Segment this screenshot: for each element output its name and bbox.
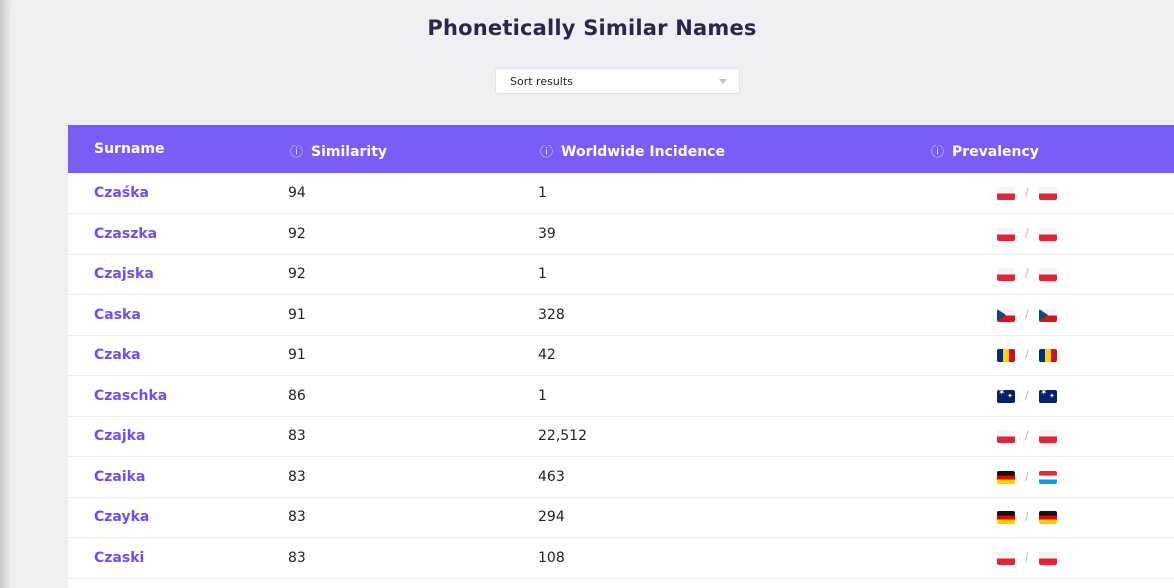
- header-surname-label: Surname: [94, 141, 165, 157]
- table-row: Czaśka 94 1 /: [68, 173, 1174, 214]
- ro-flag-icon[interactable]: [1039, 349, 1057, 362]
- incidence-value: 1: [538, 387, 547, 404]
- prevalency-cell: /: [997, 387, 1077, 404]
- pl-flag-icon[interactable]: [997, 551, 1015, 565]
- cz-flag-icon[interactable]: [997, 308, 1015, 322]
- header-incidence[interactable]: ⓘ Worldwide Incidence: [540, 141, 725, 160]
- incidence-value: 463: [538, 468, 565, 485]
- prevalency-cell: /: [997, 347, 1077, 363]
- surname-link[interactable]: Czajka: [94, 428, 145, 444]
- surname-link[interactable]: Czaśka: [94, 185, 149, 201]
- pl-flag-icon[interactable]: [997, 430, 1015, 443]
- header-incidence-label: Worldwide Incidence: [561, 144, 725, 160]
- similarity-value: 91: [288, 347, 306, 363]
- table-row: Czayka 83 294 /: [68, 497, 1174, 538]
- incidence-value: 42: [538, 347, 556, 363]
- table-row: Czaika 83 463 /: [68, 457, 1174, 498]
- similarity-value: 92: [288, 225, 306, 242]
- pl-flag-icon[interactable]: [1039, 430, 1057, 443]
- info-circle-icon[interactable]: ⓘ: [540, 145, 553, 160]
- pl-flag-icon[interactable]: [1039, 551, 1057, 565]
- flag-separator: /: [1025, 266, 1029, 281]
- prevalency-cell: /: [997, 306, 1077, 323]
- similarity-value: 83: [288, 549, 306, 566]
- prevalency-cell: /: [997, 428, 1077, 444]
- surname-link[interactable]: Czaka: [94, 347, 141, 363]
- chevron-down-icon: [719, 79, 727, 84]
- surname-link[interactable]: Czajska: [94, 266, 154, 282]
- similarity-value: 86: [288, 387, 306, 404]
- pl-flag-icon[interactable]: [1039, 268, 1057, 281]
- results-table: Surname ⓘ Similarity ⓘ Worldwide Incidence…: [68, 125, 1174, 588]
- pl-flag-icon[interactable]: [1039, 187, 1057, 200]
- de-flag-icon[interactable]: [1039, 511, 1057, 524]
- surname-link[interactable]: Czayka: [94, 509, 149, 525]
- incidence-value: 328: [538, 306, 565, 323]
- table-row: Czaski 83 108 /: [68, 538, 1174, 579]
- surname-link[interactable]: Czaschka: [94, 388, 167, 404]
- pl-flag-icon[interactable]: [1039, 227, 1057, 241]
- similarity-value: 83: [288, 428, 306, 444]
- cz-flag-icon[interactable]: [1039, 308, 1057, 322]
- info-circle-icon[interactable]: ⓘ: [290, 145, 303, 160]
- surname-link[interactable]: Czaika: [94, 469, 145, 485]
- table-row: Czaka 91 42 /: [68, 335, 1174, 376]
- ro-flag-icon[interactable]: [997, 349, 1015, 362]
- au-flag-icon[interactable]: [1039, 389, 1057, 403]
- flag-separator: /: [1025, 347, 1029, 362]
- pl-flag-icon[interactable]: [997, 227, 1015, 241]
- surname-link[interactable]: Czaski: [94, 550, 144, 566]
- flag-separator: /: [1025, 185, 1029, 200]
- header-similarity-label: Similarity: [311, 144, 388, 160]
- prevalency-cell: /: [997, 509, 1077, 525]
- header-surname[interactable]: Surname: [94, 141, 164, 157]
- sort-results-label: Sort results: [510, 75, 573, 88]
- table-row: Czajka 83 22,512 /: [68, 416, 1174, 457]
- flag-separator: /: [1025, 225, 1029, 241]
- similarity-value: 92: [288, 266, 306, 282]
- table-row: Czaschka 86 1 /: [68, 376, 1174, 417]
- header-prevalency-label: Prevalency: [952, 144, 1039, 160]
- similarity-value: 94: [288, 185, 306, 201]
- prevalency-cell: /: [997, 468, 1077, 485]
- similarity-value: 91: [288, 306, 306, 323]
- table-row: Caska 91 328 /: [68, 295, 1174, 336]
- flag-separator: /: [1025, 428, 1029, 443]
- header-prevalency[interactable]: ⓘ Prevalency: [931, 141, 1039, 160]
- content-panel: Phonetically Similar Names Sort results …: [10, 0, 1174, 588]
- flag-separator: /: [1025, 509, 1029, 524]
- prevalency-cell: /: [997, 225, 1077, 242]
- flag-separator: /: [1025, 306, 1029, 322]
- surname-link[interactable]: Czaszka: [94, 226, 157, 242]
- header-similarity[interactable]: ⓘ Similarity: [290, 141, 387, 160]
- incidence-value: 1: [538, 185, 547, 201]
- au-flag-icon[interactable]: [997, 389, 1015, 403]
- prevalency-cell: /: [997, 266, 1077, 282]
- incidence-value: 294: [538, 509, 565, 525]
- surname-link[interactable]: Caska: [94, 307, 141, 323]
- flag-separator: /: [1025, 468, 1029, 484]
- page-title: Phonetically Similar Names: [427, 16, 757, 40]
- de-flag-icon[interactable]: [997, 511, 1015, 524]
- prevalency-cell: /: [997, 549, 1077, 566]
- sort-results-dropdown[interactable]: Sort results: [495, 68, 740, 94]
- info-circle-icon[interactable]: ⓘ: [931, 145, 944, 160]
- table-row: Czaszka 92 39 /: [68, 214, 1174, 255]
- table-header: Surname ⓘ Similarity ⓘ Worldwide Incidence…: [68, 125, 1174, 173]
- pl-flag-icon[interactable]: [997, 268, 1015, 281]
- lu-flag-icon[interactable]: [1039, 470, 1057, 484]
- flag-separator: /: [1025, 387, 1029, 403]
- table-row: Czajska 92 1 /: [68, 254, 1174, 295]
- incidence-value: 39: [538, 225, 556, 242]
- incidence-value: 108: [538, 549, 565, 566]
- pl-flag-icon[interactable]: [997, 187, 1015, 200]
- de-flag-icon[interactable]: [997, 470, 1015, 484]
- incidence-value: 1: [538, 266, 547, 282]
- prevalency-cell: /: [997, 185, 1077, 201]
- flag-separator: /: [1025, 549, 1029, 565]
- similarity-value: 83: [288, 509, 306, 525]
- incidence-value: 22,512: [538, 428, 587, 444]
- similarity-value: 83: [288, 468, 306, 485]
